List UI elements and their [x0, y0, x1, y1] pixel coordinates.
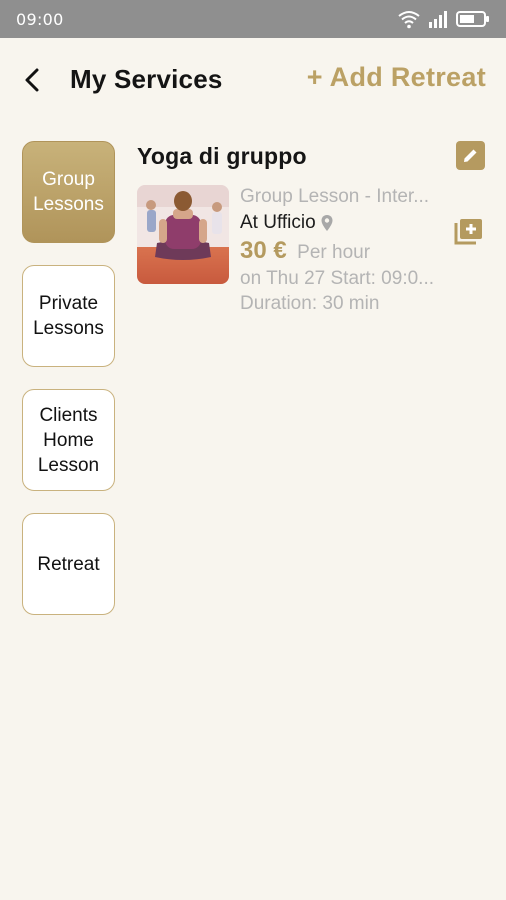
status-time: 09:00 [16, 10, 64, 29]
service-price: 30 € [240, 237, 287, 264]
service-type: Group Lesson - Inter... [240, 186, 430, 207]
category-group-lessons[interactable]: Group Lessons [22, 141, 115, 243]
app-header: My Services + Add Retreat [0, 38, 506, 122]
category-label: Retreat [37, 553, 100, 575]
signal-icon [429, 11, 447, 28]
category-private-lessons[interactable]: Private Lessons [22, 265, 115, 367]
back-arrow-icon [25, 68, 39, 92]
category-retreat[interactable]: Retreat [22, 513, 115, 615]
add-to-queue-icon[interactable] [452, 215, 484, 247]
add-retreat-button[interactable]: + Add Retreat [307, 62, 486, 93]
edit-pencil-icon [464, 149, 477, 162]
price-unit: Per hour [297, 242, 371, 263]
service-location: At Ufficio [240, 210, 450, 236]
service-title: Yoga di gruppo [137, 143, 307, 169]
service-card[interactable]: Yoga di gruppo Group Lesson - Inter... A… [137, 140, 487, 320]
back-button[interactable] [14, 62, 50, 98]
category-label: Private Lessons [33, 293, 104, 339]
service-info: Group Lesson - Inter... At Ufficio 30 € … [240, 184, 450, 316]
category-sidebar: Group Lessons Private Lessons Clients Ho… [22, 141, 115, 637]
status-bar: 09:00 [0, 0, 506, 38]
battery-icon [456, 11, 489, 27]
status-icons [398, 8, 490, 30]
page-title: My Services [70, 64, 223, 94]
service-schedule: on Thu 27 Start: 09:0... [240, 268, 434, 289]
edit-service-button[interactable] [456, 141, 485, 170]
category-label: Clients Home Lesson [37, 404, 100, 476]
service-thumbnail [137, 185, 229, 284]
location-pin-icon [321, 215, 333, 231]
location-text: At Ufficio [240, 212, 316, 233]
price-row: 30 € Per hour [240, 236, 450, 266]
wifi-icon [398, 11, 420, 29]
service-duration: Duration: 30 min [240, 293, 380, 314]
yoga-class-image [137, 185, 229, 284]
category-clients-home-lesson[interactable]: Clients Home Lesson [22, 389, 115, 491]
category-label: Group Lessons [33, 169, 104, 215]
